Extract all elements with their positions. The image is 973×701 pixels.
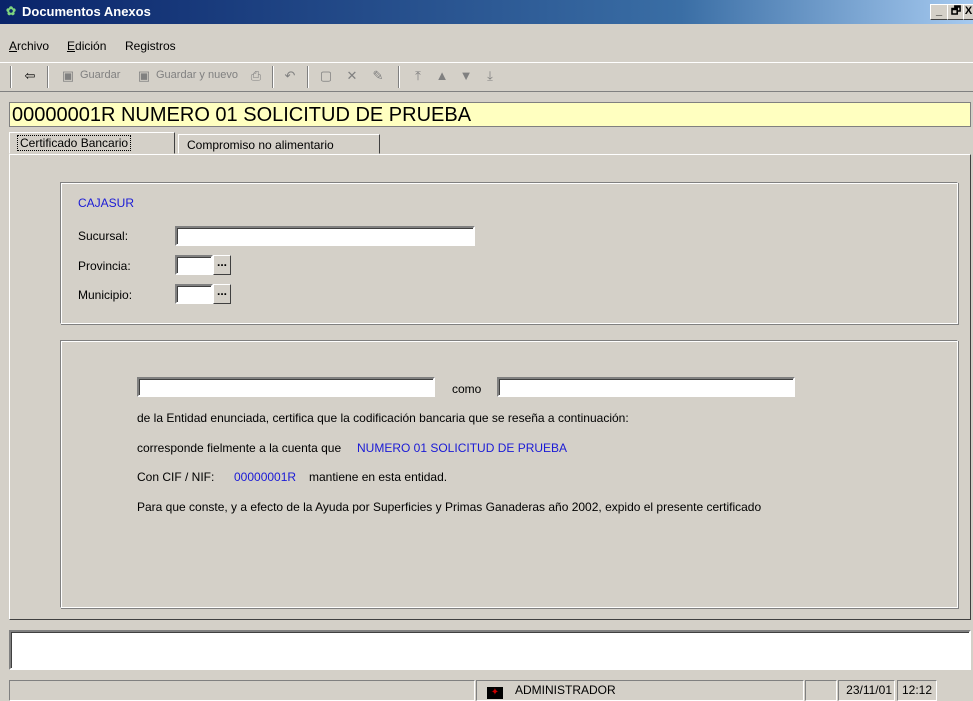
tab-certificado-bancario-label: Certificado Bancario — [16, 135, 132, 151]
tab-compromiso-no-alimentario[interactable]: Compromiso no alimentario — [178, 134, 380, 154]
save-icon[interactable]: ▣ — [60, 68, 76, 84]
last-record-icon[interactable]: ⤓ — [482, 68, 498, 84]
toolbar-separator — [272, 66, 274, 88]
municipio-lookup-button[interactable]: ... — [213, 284, 231, 304]
toolbar-separator — [307, 66, 309, 88]
bank-name: CAJASUR — [78, 196, 135, 210]
save-new-button[interactable]: Guardar y nuevo — [156, 69, 238, 81]
provincia-lookup-button[interactable]: ... — [213, 255, 231, 275]
provincia-label: Provincia: — [78, 259, 131, 273]
tab-certificado-bancario[interactable]: Certificado Bancario — [9, 132, 175, 154]
municipio-input[interactable] — [175, 284, 213, 304]
message-area — [9, 630, 971, 670]
toolbar-separator — [398, 66, 400, 88]
menu-edicion-mnemonic: E — [67, 39, 76, 53]
account-holder-name: NUMERO 01 SOLICITUD DE PRUEBA — [357, 441, 568, 455]
status-panel-user: ✦ ADMINISTRADOR — [476, 680, 804, 701]
como-label: como — [452, 382, 482, 396]
menu-bar: Archivo Edición Registros — [0, 36, 973, 56]
user-icon: ✦ — [487, 687, 503, 699]
app-icon: ✿ — [5, 4, 17, 18]
menu-archivo[interactable]: Archivo — [9, 39, 49, 53]
certificate-line-4: Para que conste, y a efecto de la Ayuda … — [137, 500, 762, 514]
undo-icon[interactable]: ↶ — [282, 68, 298, 84]
menu-archivo-label: rchivo — [17, 39, 50, 53]
new-document-icon[interactable]: ▢ — [318, 68, 334, 84]
certificate-line-3-suffix: mantiene en esta entidad. — [309, 470, 448, 484]
cif-nif-value: 00000001R — [234, 470, 297, 484]
certifier-role-input[interactable] — [497, 377, 795, 397]
certifier-name-input[interactable] — [137, 377, 435, 397]
save-new-icon[interactable]: ▣ — [136, 68, 152, 84]
delete-icon[interactable]: ✕ — [344, 68, 360, 84]
provincia-input[interactable] — [175, 255, 213, 275]
menu-registros[interactable]: Registros — [125, 39, 176, 53]
municipio-label: Municipio: — [78, 288, 133, 302]
status-panel-empty — [805, 680, 837, 701]
menu-edicion-label: dición — [75, 39, 107, 53]
status-panel-main — [9, 680, 475, 701]
next-record-icon[interactable]: ▼ — [458, 68, 474, 84]
toolbar-separator — [10, 66, 12, 88]
cif-nif-label: Con CIF / NIF: — [137, 470, 215, 484]
toolbar-separator — [47, 66, 49, 88]
tab-compromiso-label: Compromiso no alimentario — [187, 138, 334, 152]
menu-archivo-mnemonic: A — [9, 39, 18, 53]
status-date: 23/11/01 — [838, 680, 895, 701]
back-arrow-icon[interactable]: ⇦ — [22, 68, 38, 84]
status-user: ADMINISTRADOR — [515, 683, 616, 697]
window-title: Documentos Anexos — [22, 4, 151, 19]
menu-edicion[interactable]: Edición — [67, 39, 106, 53]
previous-record-icon[interactable]: ▲ — [434, 68, 450, 84]
status-time: 12:12 — [897, 680, 937, 701]
print-icon[interactable]: ⎙ — [248, 68, 264, 84]
certificate-line-2-prefix: corresponde fielmente a la cuenta que — [137, 441, 342, 455]
sucursal-label: Sucursal: — [78, 229, 129, 243]
title-bar: ✿ Documentos Anexos _ 🗗 X — [0, 0, 973, 24]
edit-icon[interactable]: ✎ — [370, 68, 386, 84]
sucursal-input[interactable] — [175, 226, 475, 246]
menu-registros-label: Registros — [125, 39, 176, 53]
close-button[interactable]: X — [963, 4, 973, 20]
toolbar: ⇦ ▣ Guardar ▣ Guardar y nuevo ⎙ ↶ ▢ ✕ ✎ … — [0, 62, 973, 92]
first-record-icon[interactable]: ⤒ — [410, 68, 426, 84]
save-button[interactable]: Guardar — [80, 69, 120, 81]
certificate-line-1: de la Entidad enunciada, certifica que l… — [137, 411, 629, 425]
record-header: 00000001R NUMERO 01 SOLICITUD DE PRUEBA — [9, 102, 971, 127]
minimize-button[interactable]: _ — [930, 4, 948, 20]
